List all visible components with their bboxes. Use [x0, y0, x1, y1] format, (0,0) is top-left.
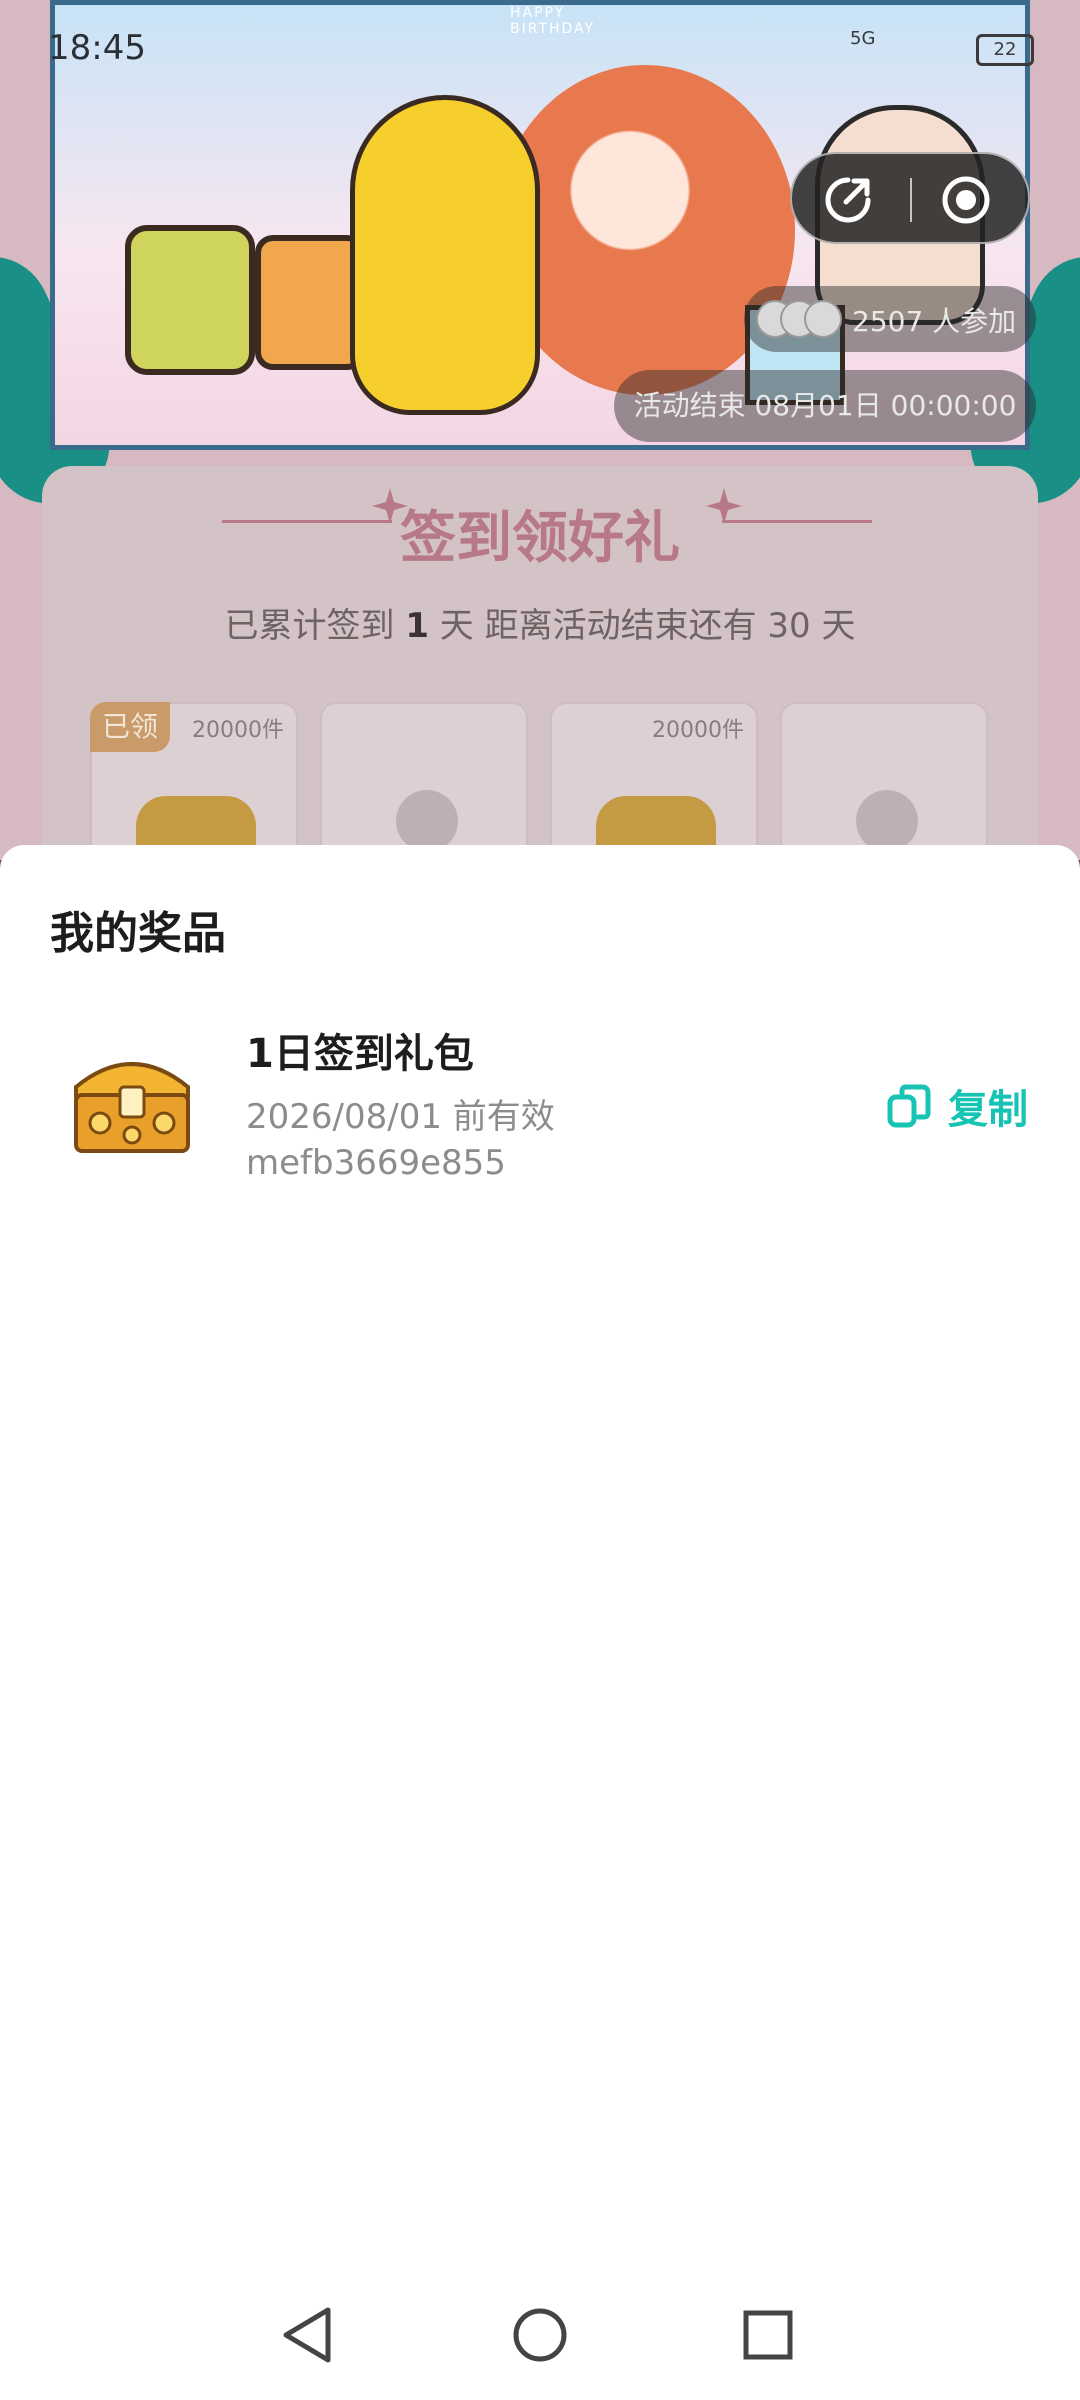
treasure-chest-icon: [74, 1062, 190, 1153]
reward-slot[interactable]: 20000件: [550, 702, 758, 860]
recents-square-icon[interactable]: [733, 2300, 803, 2370]
reward-slot[interactable]: [780, 702, 988, 860]
copy-label: 复制: [948, 1087, 1028, 1133]
prize-list-item: 1日签到礼包 2026/08/01 前有效 mefb3669e855 复制: [0, 1005, 1080, 1205]
prize-code: mefb3669e855: [246, 1143, 506, 1183]
sheet-title: 我的奖品: [50, 908, 226, 959]
status-time: 18:45: [48, 28, 146, 68]
participants-pill: 2507 人参加: [744, 286, 1036, 352]
banner-tagline: HAPPY BIRTHDAY: [510, 5, 596, 37]
background-activity-page: HAPPY BIRTHDAY 18:45 5G 22 2507 人参加 活动结束…: [0, 0, 1080, 860]
title-divider-right: [722, 520, 872, 523]
reward-quantity: 20000件: [192, 718, 284, 743]
locked-gift-icon: [856, 790, 918, 852]
mini-app-capsule: [790, 152, 1030, 244]
back-triangle-icon[interactable]: [274, 2300, 344, 2370]
prize-expiry: 2026/08/01 前有效: [246, 1097, 555, 1137]
home-circle-icon[interactable]: [505, 2300, 575, 2370]
banner-letter-b: [125, 225, 255, 375]
banner-mascot: [350, 95, 540, 415]
activity-end-time: 活动结束 08月01日 00:00:00: [614, 370, 1036, 442]
checkin-card: 签到领好礼 已累计签到 1 天 距离活动结束还有 30 天 已领 20000件 …: [42, 466, 1038, 860]
reward-slot[interactable]: 已领 20000件: [90, 702, 298, 860]
reward-slot[interactable]: [320, 702, 528, 860]
checkin-summary-suffix: 天 距离活动结束还有 30 天: [428, 606, 856, 646]
prize-name: 1日签到礼包: [246, 1031, 474, 1077]
locked-gift-icon: [396, 790, 458, 852]
system-nav-bar: [0, 2270, 1080, 2400]
participants-count: 2507 人参加: [852, 305, 1017, 338]
avatar: [804, 300, 842, 338]
my-prizes-sheet: 我的奖品 1日签到礼包 2026/08/01 前有效 mefb3669e855 …: [0, 845, 1080, 2400]
sparkle-icon: [706, 488, 742, 524]
copy-icon: [887, 1084, 931, 1128]
record-icon[interactable]: [940, 174, 992, 226]
reward-quantity: 20000件: [652, 718, 744, 743]
share-icon[interactable]: [822, 174, 874, 226]
checkin-summary: 已累计签到 1 天 距离活动结束还有 30 天: [42, 598, 1038, 647]
battery-icon: 22: [976, 34, 1034, 66]
checkin-summary-prefix: 已累计签到: [224, 606, 406, 646]
status-network: 5G: [850, 28, 876, 49]
banner-letter-z: [255, 235, 365, 370]
capsule-divider: [910, 178, 912, 222]
checkin-days: 1: [405, 606, 429, 646]
checkin-title: 签到领好礼: [400, 506, 680, 571]
claimed-badge: 已领: [90, 702, 170, 752]
